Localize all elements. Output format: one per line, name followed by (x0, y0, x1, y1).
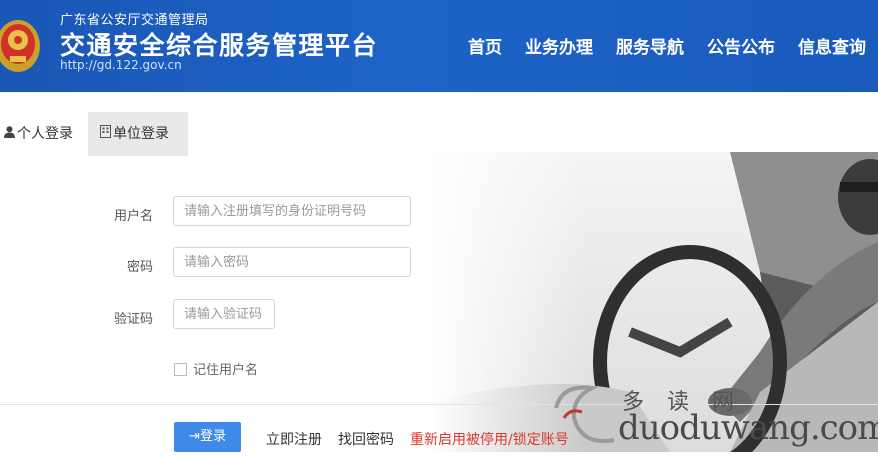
tab-organization-label: 单位登录 (113, 126, 169, 142)
reenable-account-link[interactable]: 重新启用被停用/锁定账号 (410, 429, 569, 449)
tab-personal-login[interactable]: 个人登录 (0, 112, 88, 156)
nav-service-guide[interactable]: 服务导航 (616, 38, 684, 58)
user-icon (4, 112, 15, 156)
main-nav: 首页 业务办理 服务导航 公告公布 信息查询 (468, 33, 878, 58)
password-label: 密码 (126, 260, 153, 275)
police-emblem-icon (0, 20, 40, 72)
captcha-label: 验证码 (113, 312, 153, 327)
register-link[interactable]: 立即注册 (266, 429, 322, 449)
nav-business[interactable]: 业务办理 (525, 38, 593, 58)
tab-personal-label: 个人登录 (17, 126, 73, 142)
tab-organization-login[interactable]: 单位登录 (88, 112, 188, 156)
login-button[interactable]: ⇥登录 (174, 422, 241, 452)
password-input[interactable] (173, 247, 411, 277)
remember-label: 记住用户名 (193, 363, 259, 378)
site-url[interactable]: http://gd.122.gov.cn (60, 58, 182, 72)
remember-checkbox[interactable] (174, 363, 187, 376)
username-label: 用户名 (113, 209, 153, 224)
username-input[interactable] (173, 196, 411, 226)
site-watermark: 多 读 网 duoduwang.com (552, 378, 878, 452)
building-icon (100, 112, 111, 156)
watermark-domain: duoduwang.com (618, 408, 878, 448)
remember-username[interactable]: 记住用户名 (174, 359, 258, 378)
nav-announcements[interactable]: 公告公布 (707, 38, 775, 58)
site-header: 广东省公安厅交通管理局 交通安全综合服务管理平台 http://gd.122.g… (0, 0, 878, 92)
login-arrow-icon: ⇥ (189, 429, 200, 444)
platform-title: 交通安全综合服务管理平台 (60, 31, 379, 60)
nav-home[interactable]: 首页 (468, 38, 502, 58)
nav-info-query[interactable]: 信息查询 (798, 38, 866, 58)
captcha-input[interactable] (173, 299, 275, 329)
forgot-password-link[interactable]: 找回密码 (338, 429, 394, 449)
